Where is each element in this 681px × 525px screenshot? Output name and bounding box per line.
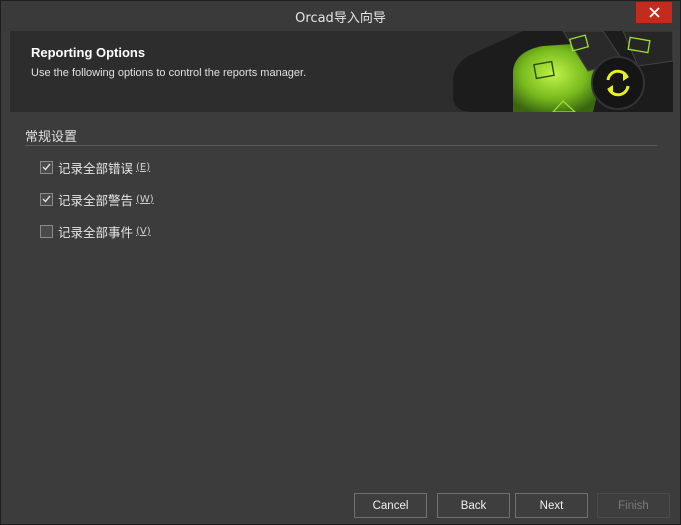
checkbox-log-errors[interactable] [40, 160, 53, 174]
checkbox-log-warnings[interactable] [40, 192, 53, 206]
header-subtitle: Use the following options to control the… [31, 67, 307, 79]
title-bar[interactable]: Orcad导入向导 [1, 1, 680, 31]
next-button[interactable]: Next [515, 493, 588, 518]
close-button[interactable] [636, 2, 672, 23]
options-panel: 常规设置 记录全部错误 (E) 记录全部警告 (W) 记录全部事件 (V) [10, 112, 673, 484]
header-banner-graphic [453, 31, 673, 112]
window-title: Orcad导入向导 [295, 10, 386, 26]
cancel-button[interactable]: Cancel [354, 493, 427, 518]
header-title: Reporting Options [31, 45, 146, 60]
finish-button[interactable]: Finish [597, 493, 670, 518]
option-accelerator: (W) [136, 193, 154, 205]
section-divider [25, 145, 657, 146]
wizard-header: Reporting Options Use the following opti… [10, 31, 673, 112]
close-icon [648, 7, 660, 18]
check-icon [42, 163, 51, 171]
checkbox-log-events[interactable] [40, 224, 53, 238]
option-accelerator: (E) [136, 161, 151, 173]
option-accelerator: (V) [136, 225, 151, 237]
option-label: 记录全部错误 [58, 160, 134, 176]
button-bar: Cancel Back Next Finish [10, 484, 673, 524]
option-log-all-warnings[interactable]: 记录全部警告 (W) [40, 190, 154, 208]
section-title: 常规设置 [25, 130, 78, 145]
option-label: 记录全部事件 [58, 224, 134, 240]
wizard-window: Orcad导入向导 Reporting Options Use the foll… [0, 0, 681, 525]
option-label: 记录全部警告 [58, 192, 134, 208]
back-button[interactable]: Back [437, 493, 510, 518]
option-log-all-events[interactable]: 记录全部事件 (V) [40, 222, 151, 240]
option-log-all-errors[interactable]: 记录全部错误 (E) [40, 158, 150, 176]
check-icon [42, 195, 51, 203]
